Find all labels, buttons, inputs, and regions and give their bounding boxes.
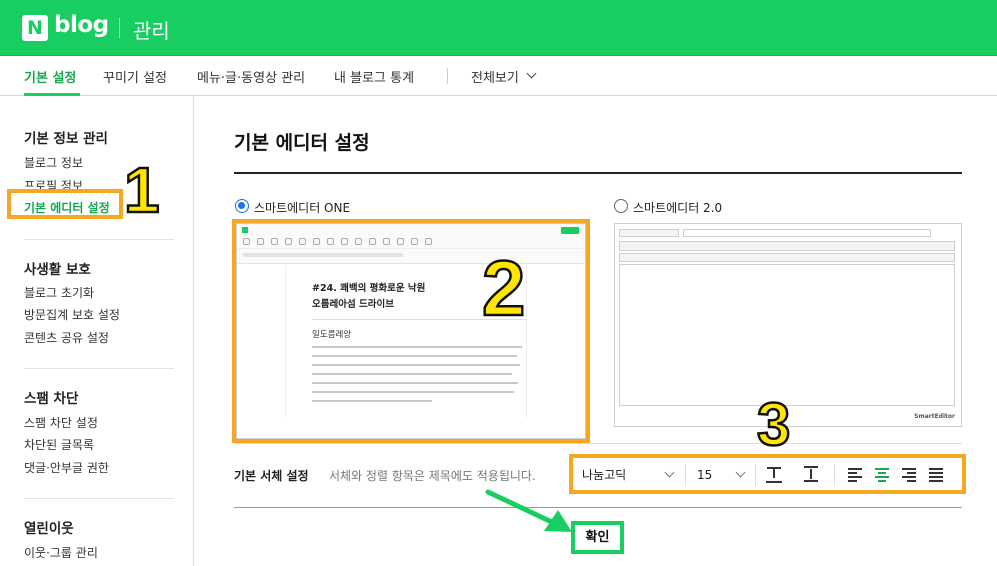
top-header: N blog 관리 [0, 0, 997, 56]
sidebar-section-spam: 스팸 차단 [24, 391, 79, 407]
tab-bar: 기본 설정 꾸미기 설정 메뉴·글·동영상 관리 내 블로그 통계 전체보기 [0, 56, 997, 96]
chevron-down-icon[interactable] [526, 68, 537, 79]
preview-edit-area [619, 264, 955, 406]
radio-label-editor-two[interactable]: 스마트에디터 2.0 [633, 199, 722, 216]
sidebar: 기본 정보 관리 블로그 정보 프로필 정보 기본 에디터 설정 사생활 보호 … [0, 96, 194, 566]
title-divider [234, 172, 962, 174]
preview-category-select [619, 229, 679, 237]
sidebar-item-blog-info[interactable]: 블로그 정보 [24, 154, 83, 171]
row-top-divider [234, 443, 962, 444]
sidebar-item-visit-protect[interactable]: 방문집계 보호 설정 [24, 306, 120, 323]
sidebar-item-comment-permission[interactable]: 댓글·안부글 권한 [24, 459, 109, 476]
page-title: 기본 에디터 설정 [234, 132, 370, 154]
sidebar-item-spam-block[interactable]: 스팸 차단 설정 [24, 414, 98, 431]
header-divider [119, 18, 120, 38]
sidebar-item-blog-reset[interactable]: 블로그 초기화 [24, 284, 94, 301]
sidebar-section-neighbors: 열린이웃 [24, 521, 74, 537]
blog-logo-text[interactable]: blog [54, 12, 109, 38]
sidebar-divider [24, 498, 174, 499]
preview-toolbar-row2 [619, 253, 955, 262]
annotation-number-2: 2 [481, 244, 527, 332]
sidebar-item-blocked-posts[interactable]: 차단된 글목록 [24, 436, 94, 453]
tab-design-settings[interactable]: 꾸미기 설정 [103, 67, 167, 86]
confirm-button[interactable]: 확인 [571, 521, 624, 554]
preview-title-input [683, 229, 931, 237]
sidebar-item-content-share[interactable]: 콘텐츠 공유 설정 [24, 329, 109, 346]
tab-menu-post-video[interactable]: 메뉴·글·동영상 관리 [197, 67, 305, 86]
sidebar-divider [24, 368, 174, 369]
sidebar-divider [24, 239, 174, 240]
bottom-divider [234, 507, 962, 508]
font-setting-label: 기본 서체 설정 [234, 469, 309, 483]
annotation-number-3: 3 [756, 391, 792, 458]
tab-view-all[interactable]: 전체보기 [471, 67, 519, 86]
preview-footer-logo: SmartEditor [914, 413, 955, 420]
annotation-box-1 [7, 189, 123, 219]
radio-smart-editor-two[interactable] [614, 199, 628, 213]
sidebar-section-basic-info: 기본 정보 관리 [24, 131, 108, 147]
font-setting-description: 서체와 정렬 항목은 제목에도 적용됩니다. [329, 469, 536, 483]
sidebar-section-privacy: 사생활 보호 [24, 262, 91, 278]
radio-smart-editor-one[interactable] [235, 199, 249, 213]
annotation-number-1: 1 [123, 154, 161, 226]
annotation-arrow-icon [485, 489, 572, 532]
admin-title: 관리 [133, 19, 170, 43]
tab-blog-stats[interactable]: 내 블로그 통계 [334, 67, 414, 86]
preview-toolbar-row1 [619, 241, 955, 251]
naver-logo-icon[interactable]: N [22, 15, 48, 41]
tab-divider [447, 68, 448, 84]
annotation-box-3 [569, 454, 966, 494]
radio-label-editor-one[interactable]: 스마트에디터 ONE [254, 199, 350, 216]
tab-basic-settings[interactable]: 기본 설정 [24, 67, 76, 86]
sidebar-item-neighbor-group[interactable]: 이웃·그룹 관리 [24, 544, 98, 561]
annotation-box-2 [232, 219, 590, 443]
